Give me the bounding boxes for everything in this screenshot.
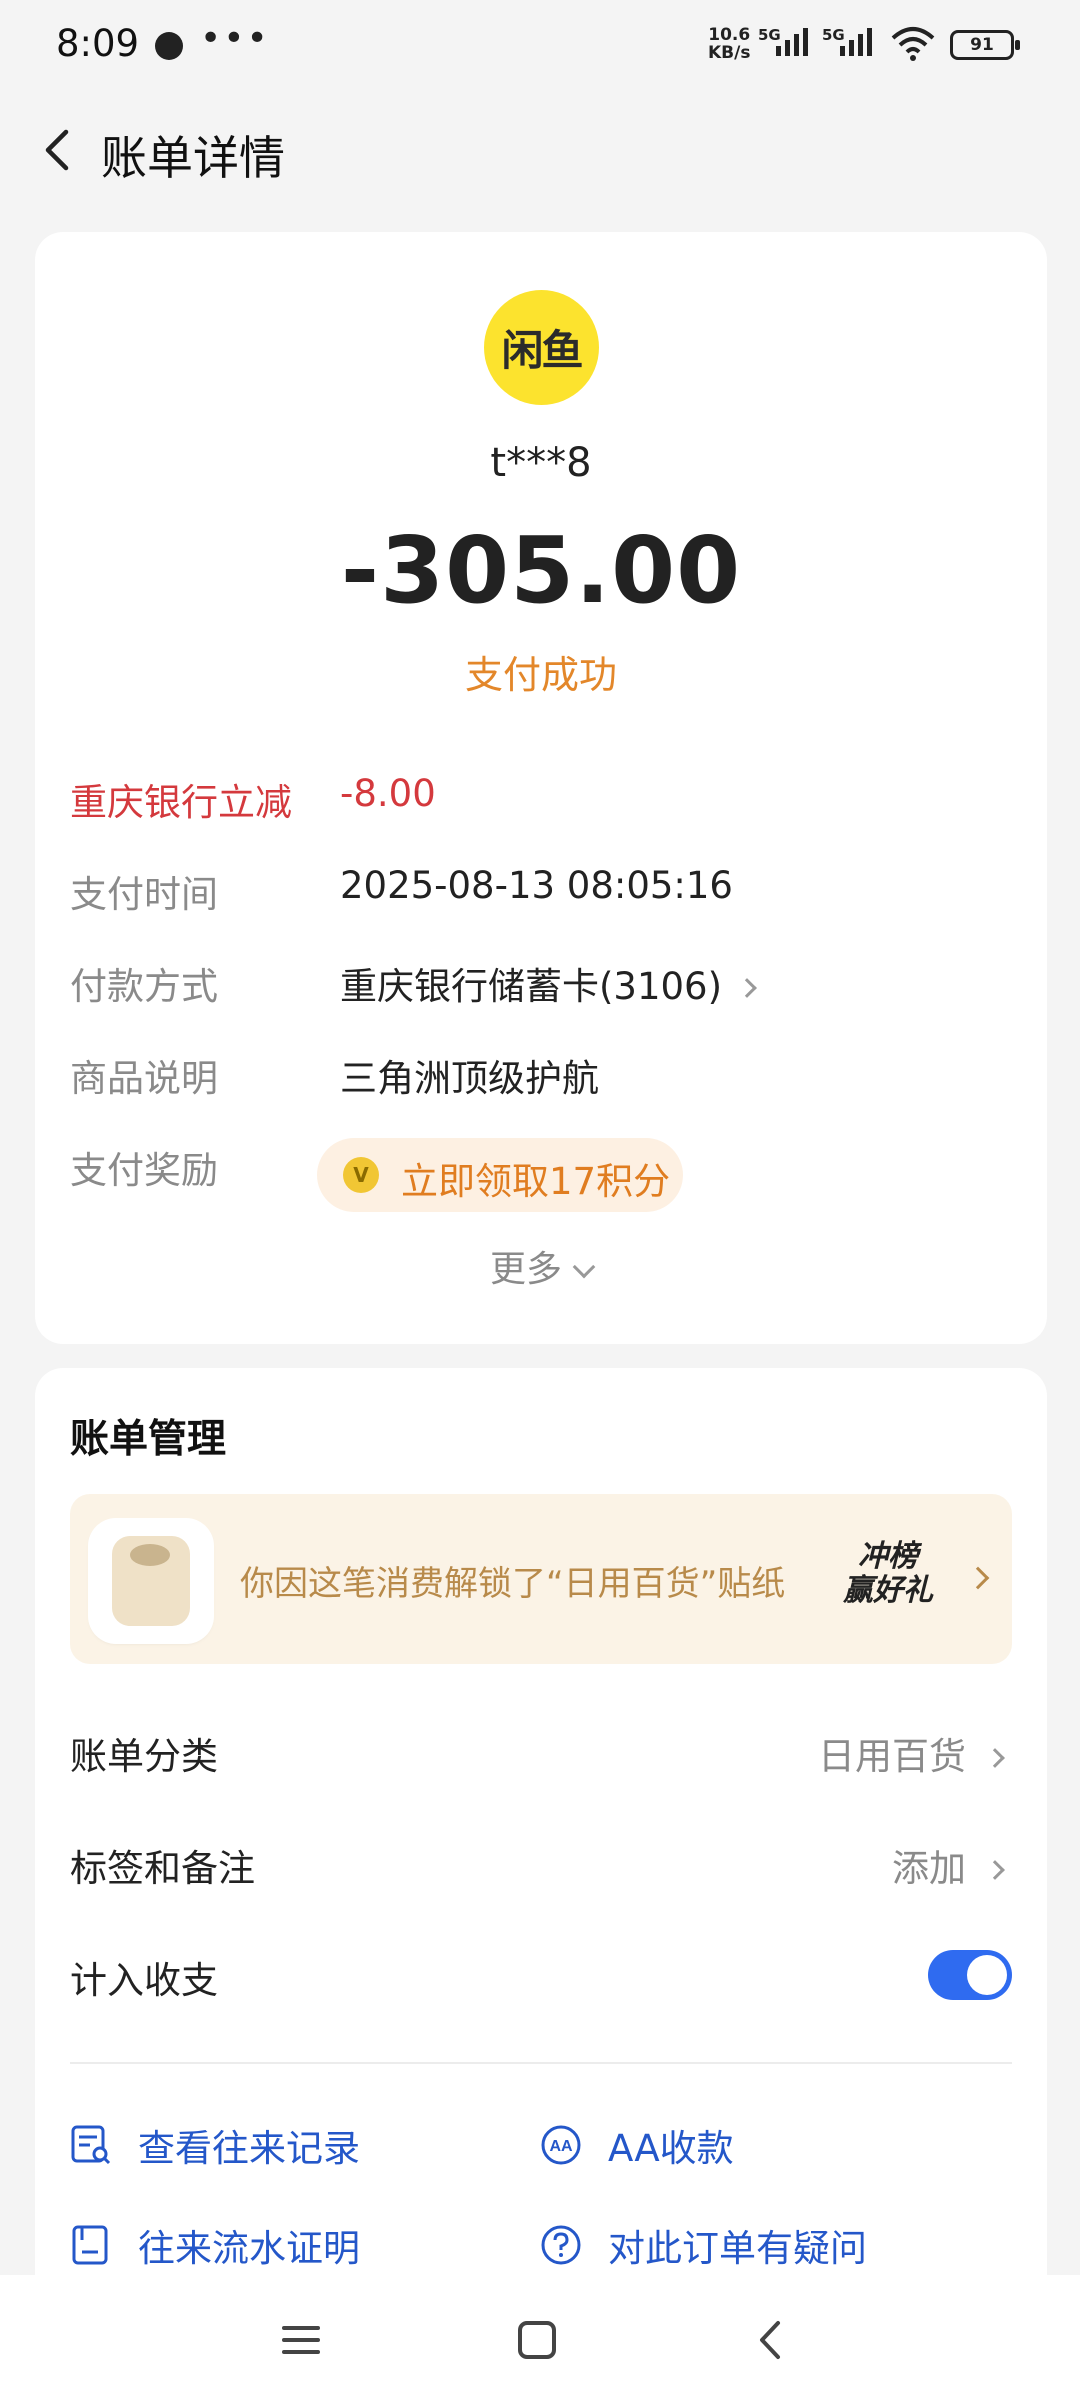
- pay-method-label: 付款方式: [70, 965, 218, 1008]
- include-in-ledger-label: 计入收支: [70, 1959, 218, 2002]
- claim-points-button[interactable]: V 立即领取17积分: [317, 1138, 683, 1212]
- chevron-right-icon: [737, 978, 757, 998]
- bill-category-row[interactable]: 账单分类 日用百货: [70, 1726, 1012, 1786]
- back-arrow-icon[interactable]: [30, 120, 90, 180]
- product-desc-label: 商品说明: [70, 1057, 218, 1100]
- records-search-icon: [71, 2125, 111, 2165]
- toggle-knob: [967, 1955, 1007, 1995]
- battery-icon: 91: [950, 30, 1020, 60]
- points-coin-icon: V: [343, 1157, 379, 1193]
- transaction-proof-label: 往来流水证明: [138, 2227, 360, 2270]
- aa-icon: AA: [541, 2125, 581, 2165]
- badge-line1: 冲榜: [858, 1539, 918, 1574]
- network-speed-value: 10.6: [708, 25, 751, 45]
- product-desc-row: 商品说明 三角洲顶级护航: [70, 1048, 1020, 1108]
- question-icon: [541, 2225, 581, 2265]
- payment-amount: -305.00: [340, 517, 742, 624]
- chevron-right-icon: [985, 1748, 1005, 1768]
- sticker-banner-text: 你因这笔消费解锁了“日用百货”贴纸: [240, 1564, 786, 1604]
- merchant-logo: 闲鱼: [484, 290, 599, 405]
- back-icon[interactable]: [746, 2315, 796, 2365]
- bill-category-label: 账单分类: [70, 1735, 218, 1778]
- system-nav-bar: [0, 2275, 1080, 2400]
- view-records-label: 查看往来记录: [138, 2127, 360, 2170]
- pay-method-value[interactable]: 重庆银行储蓄卡(3106): [340, 956, 757, 1010]
- toilet-paper-sticker-icon: [92, 1522, 210, 1640]
- view-records-button[interactable]: 查看往来记录: [70, 2116, 490, 2176]
- payment-status: 支付成功: [464, 653, 617, 697]
- claim-points-label: 立即领取17积分: [401, 1160, 671, 1203]
- aa-collect-label: AA收款: [608, 2127, 734, 2170]
- svg-text:AA: AA: [549, 2138, 573, 2155]
- chevron-down-icon: [572, 1255, 596, 1279]
- network-speed-unit: KB/s: [708, 43, 751, 63]
- home-icon[interactable]: [512, 2315, 562, 2365]
- page-title: 账单详情: [101, 131, 285, 185]
- payment-summary-card: 闲鱼 t***8 -305.00 支付成功 重庆银行立减 -8.00 支付时间 …: [35, 232, 1047, 1344]
- aa-collect-button[interactable]: AA AA收款: [540, 2116, 960, 2176]
- pay-reward-label: 支付奖励: [70, 1149, 218, 1192]
- merchant-name: t***8: [490, 440, 592, 486]
- pay-method-text: 重庆银行储蓄卡(3106): [340, 965, 723, 1008]
- transaction-proof-button[interactable]: 往来流水证明: [70, 2216, 490, 2276]
- sticker-banner[interactable]: 你因这笔消费解锁了“日用百货”贴纸 冲榜 赢好礼: [70, 1494, 1012, 1664]
- order-question-label: 对此订单有疑问: [608, 2227, 867, 2270]
- menu-icon[interactable]: [276, 2315, 326, 2365]
- pay-time-label: 支付时间: [70, 873, 218, 916]
- include-in-ledger-row: 计入收支: [70, 1950, 1012, 2010]
- network-speed: 10.6 KB/s: [708, 26, 750, 62]
- signal-icon: [776, 28, 808, 56]
- badge-line2: 赢好礼: [843, 1573, 933, 1608]
- tags-notes-value: 添加: [892, 1838, 1005, 1892]
- pay-method-row[interactable]: 付款方式 重庆银行储蓄卡(3106): [70, 956, 1020, 1016]
- order-question-button[interactable]: 对此订单有疑问: [540, 2216, 980, 2276]
- bill-detail-page: 8:09 ••• 10.6 KB/s 5G 5G 91 账单详情 闲鱼 t***…: [0, 0, 1080, 2400]
- more-notifications-icon: •••: [200, 18, 270, 59]
- bill-management-card: 账单管理 你因这笔消费解锁了“日用百货”贴纸 冲榜 赢好礼 账单分类 日用百货 …: [35, 1368, 1047, 2400]
- more-button[interactable]: 更多: [35, 1240, 1047, 1292]
- tags-notes-row[interactable]: 标签和备注 添加: [70, 1838, 1012, 1898]
- document-icon: [72, 2225, 108, 2265]
- chevron-right-icon: [985, 1860, 1005, 1880]
- app-header: 账单详情: [0, 100, 1080, 210]
- more-label: 更多: [489, 1249, 562, 1290]
- discount-value: -8.00: [340, 772, 436, 815]
- signal-icon: [840, 28, 872, 56]
- tags-notes-label: 标签和备注: [70, 1847, 255, 1890]
- pay-time-row: 支付时间 2025-08-13 08:05:16: [70, 864, 1020, 924]
- chevron-right-icon: [966, 1566, 990, 1590]
- product-desc-value: 三角洲顶级护航: [340, 1057, 599, 1100]
- status-bar: 8:09 ••• 10.6 KB/s 5G 5G 91: [0, 0, 1080, 90]
- tags-notes-text: 添加: [892, 1847, 966, 1890]
- bill-category-text: 日用百货: [818, 1735, 966, 1778]
- wifi-icon: [891, 27, 935, 61]
- bill-category-value: 日用百货: [818, 1726, 1005, 1780]
- status-time: 8:09: [56, 22, 140, 65]
- leaderboard-badge: 冲榜 赢好礼: [832, 1540, 944, 1620]
- section-title: 账单管理: [70, 1417, 227, 1462]
- notification-icon: [155, 32, 183, 60]
- divider: [70, 2062, 1012, 2064]
- include-in-ledger-toggle[interactable]: [928, 1950, 1012, 2000]
- discount-label: 重庆银行立减: [70, 781, 292, 824]
- discount-row: 重庆银行立减 -8.00: [70, 772, 1020, 832]
- pay-time-value: 2025-08-13 08:05:16: [340, 864, 733, 907]
